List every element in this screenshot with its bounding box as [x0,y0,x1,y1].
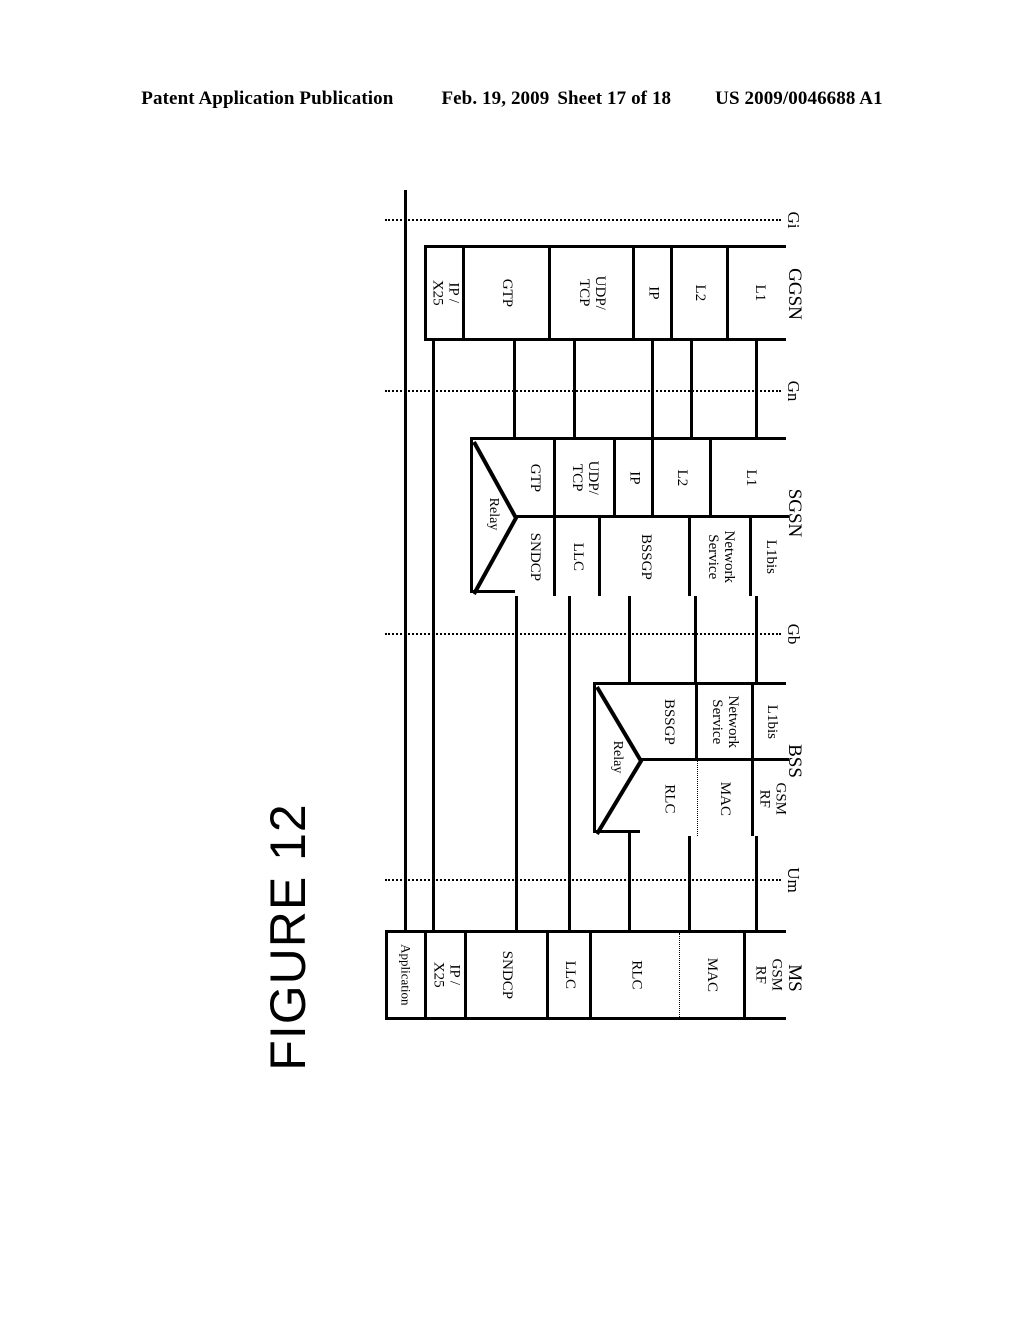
layer-label: IP / X25 [430,962,463,988]
interface-label-gb: Gb [784,623,803,645]
layer-label: SNDCP [499,950,516,1000]
connector-llc [568,592,571,930]
layer-sgsn-udp-tcp: UDP/ TCP [556,440,616,518]
layer-label: BSSGP [660,698,677,745]
stack-ggsn: IP / X25 GTP UDP/ TCP IP L2 L1 [424,245,789,341]
layer-label: UDP/ TCP [569,460,602,495]
interface-line-gb [385,633,781,635]
layer-ms-llc: LLC [549,933,592,1017]
connector-gsm-rf [755,832,758,930]
layer-bss-rlc: RLC [640,761,698,836]
layer-label: L2 [674,469,691,486]
layer-label: MAC [704,957,721,993]
interface-line-gn [385,390,781,392]
layer-label: Network Service [705,530,737,584]
layer-label: L1 [743,469,760,486]
layer-label: GSM RF [756,782,789,815]
publication-date: Feb. 19, 2009 [441,88,550,109]
layer-label: L1bis [763,539,780,575]
layer-label: BSSGP [637,534,654,580]
patent-number: US 2009/0046688 A1 [715,88,883,109]
connector-gtp [513,340,516,438]
layer-label: L1 [751,284,768,302]
layer-ms-application: Application [388,933,427,1017]
layer-label: GSM RF [752,958,785,992]
layer-ms-ip-x25: IP / X25 [427,933,467,1017]
layer-label: GTP [526,463,543,492]
layer-label: SNDCP [526,532,543,582]
layer-sgsn-gtp: GTP [515,440,556,518]
layer-ms-mac: MAC [680,933,746,1017]
layer-label: Network Service [709,695,742,748]
layer-ggsn-udp-tcp: UDP/ TCP [551,248,635,338]
layer-bss-network-service: Network Service [698,685,754,761]
sheet-number: Sheet 17 of 18 [557,88,672,109]
relay-label: Relay [610,740,625,774]
layer-ms-sndcp: SNDCP [467,933,549,1017]
relay-sgsn: Relay [473,440,518,596]
layer-label: MAC [717,781,734,816]
layer-bss-l1bis: L1bis [754,685,789,761]
layer-label: LLC [561,960,578,990]
layer-bss-gsm-rf: GSM RF [754,761,789,836]
connector-ip [651,340,654,438]
interface-line-um [385,879,781,881]
connector-udp-tcp [573,340,576,438]
layer-bss-mac: MAC [698,761,754,836]
figure-title: FIGURE 12 [260,803,316,1071]
layer-ggsn-gtp: GTP [465,248,551,338]
layer-ggsn-l2: L2 [673,248,729,338]
layer-sgsn-l1bis: L1bis [752,518,789,596]
stack-ms: Application IP / X25 SNDCP LLC RLC MAC G… [385,930,789,1020]
connector-l2 [690,340,693,438]
layer-ms-gsm-rf: GSM RF [746,933,789,1017]
layer-label: L1bis [764,704,781,739]
publication-label: Patent Application Publication [141,88,394,109]
interface-label-gn: Gn [784,380,803,402]
layer-label: LLC [569,542,586,572]
layer-label: IP / X25 [429,280,462,306]
connector-l1 [755,340,758,438]
layer-label: RLC [628,960,645,990]
layer-ggsn-ip-x25: IP / X25 [427,248,465,338]
connector-sndcp [515,592,518,930]
layer-sgsn-sndcp: SNDCP [515,518,556,596]
layer-sgsn-network-service: Network Service [691,518,752,596]
layer-label: L2 [692,284,709,302]
layer-ms-rlc: RLC [592,933,680,1017]
interface-label-gi: Gi [784,211,803,229]
connector-ip-x25 [432,340,435,930]
layer-sgsn-llc: LLC [556,518,601,596]
connector-l1bis [755,592,758,682]
layer-sgsn-l1: L1 [712,440,789,518]
connector-mac [688,832,691,930]
layer-label: GTP [499,278,516,308]
layer-label: RLC [661,783,678,814]
layer-ggsn-l1: L1 [729,248,789,338]
stack-bss: BSSGP Network Service L1bis RLC MAC GSM … [593,682,789,836]
interface-line-gi [385,219,781,221]
relay-bss: Relay [596,685,643,836]
stack-sgsn: GTP UDP/ TCP IP L2 L1 SNDCP LLC BSSGP Ne… [470,437,789,596]
layer-label: IP [626,470,643,485]
connector-rlc [628,832,631,930]
page-header: Patent Application Publication Feb. 19, … [0,88,1024,110]
layer-sgsn-ip: IP [616,440,654,518]
layer-sgsn-l2: L2 [654,440,712,518]
connector-bssgp [628,592,631,682]
interface-label-um: Um [784,867,803,893]
connector-application [404,190,407,930]
layer-ggsn-ip: IP [635,248,673,338]
layer-sgsn-bssgp: BSSGP [601,518,691,596]
relay-label: Relay [486,497,501,531]
layer-bss-bssgp: BSSGP [640,685,698,761]
layer-label: Application [398,944,414,1006]
layer-label: IP [645,286,662,300]
layer-label: UDP/ TCP [576,275,609,311]
connector-network-service [694,592,697,682]
